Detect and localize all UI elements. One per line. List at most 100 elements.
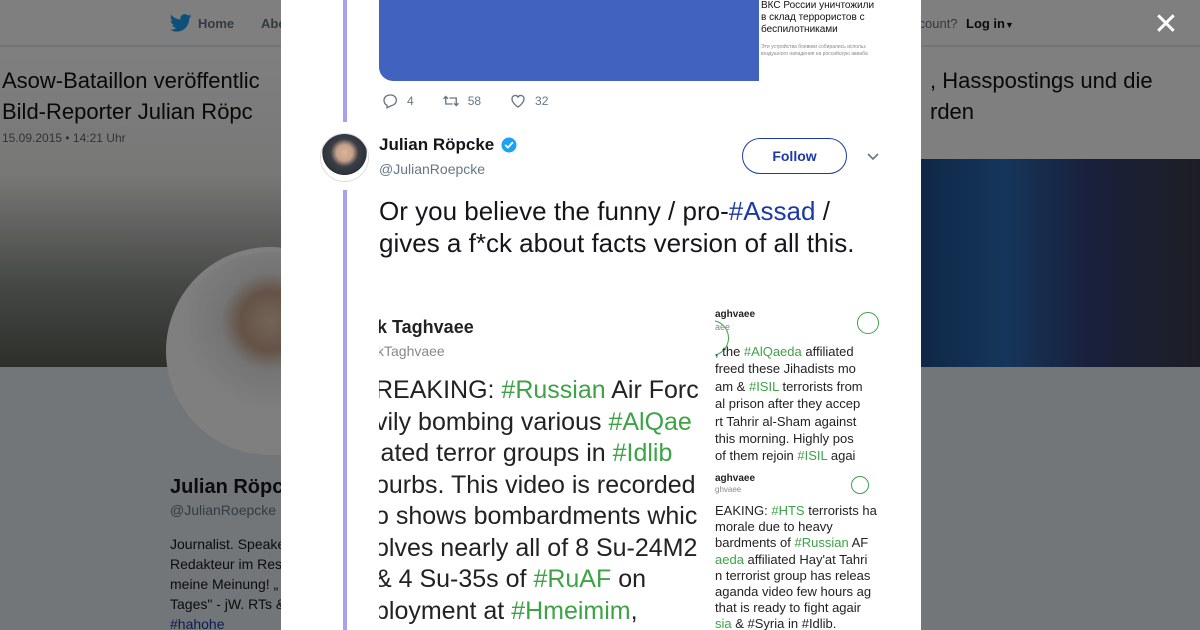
reply-icon (383, 94, 398, 109)
screenshot-text-line: of them rejoin #ISIL agai (715, 447, 863, 464)
tweet-text: Or you believe the funny / pro-#Assad / … (379, 195, 879, 259)
previous-tweet-video[interactable] (379, 0, 759, 81)
screenshot-text-line: olves nearly all of 8 Su-24M2 (379, 533, 699, 565)
retweet-button[interactable]: 58 (442, 92, 481, 110)
screen: Home Abo ccount? Log in▼ Asow-Bataillon … (0, 0, 1200, 630)
screenshot-tweet-text: EAKING: #HTS terrorists ha morale due to … (715, 503, 877, 630)
author-avatar[interactable] (320, 133, 369, 182)
screenshot-text-segment: REAKING: (379, 376, 502, 404)
screenshot-text-segment: & 4 Su-35s of (379, 565, 534, 593)
screenshot-text-line: vily bombing various #AlQae (379, 407, 699, 439)
reply-count: 4 (407, 94, 414, 108)
previous-tweet-actions: 4 58 32 (381, 92, 576, 110)
screenshot-text-segment: vily bombing various (379, 407, 609, 436)
screenshot-hashtag: #AlQae (608, 407, 692, 436)
thread-connector (343, 0, 347, 122)
screenshot-text-line: , the #AlQaeda affiliated (715, 343, 863, 360)
screenshot-tweet-text: REAKING: #Russian Air Forc vily bombing v… (379, 375, 699, 630)
screenshot-text-segment: ourbs. This video is recorded (379, 470, 696, 499)
screenshot-text-segment: of them rejoin (715, 448, 798, 464)
screenshot-text-segment: , (630, 596, 638, 625)
screenshot-text-line: aeda affiliated Hay'at Tahri (715, 552, 877, 568)
screenshot-text-line: morale due to heavy (715, 519, 877, 535)
screenshot-text-line: o shows bombardments whic (379, 501, 699, 533)
screenshot-text-line: al prison after they accep (715, 395, 863, 412)
like-count: 32 (535, 94, 549, 108)
news-card-subtitle: Эти устройства боевики собирались исполь… (761, 44, 868, 57)
screenshot-text-line: ourbs. This video is recorded (379, 470, 699, 502)
follow-circle-shape (851, 476, 869, 494)
thread-connector (343, 190, 347, 630)
screenshot-text-line: this morning. Highly pos (715, 430, 863, 447)
screenshot-text-segment: Air Forc (605, 376, 699, 404)
screenshot-text-line: bardments of #Russian AF (715, 535, 877, 551)
tweet-modal: ВКС России уничтожили в склад террористо… (281, 0, 921, 630)
chevron-down-icon[interactable] (865, 148, 881, 164)
author-name: Julian Röpcke (379, 135, 495, 154)
screenshot-hashtag: #Russian (501, 376, 606, 404)
tweet-attached-image[interactable]: k Taghvaee kTaghvaee REAKING: #Russian A… (379, 303, 881, 630)
screenshot-text-segment: rt Tahrir al-Sham against (715, 413, 857, 429)
screenshot-text-segment: morale due to heavy (715, 519, 833, 535)
screenshot-text-segment: affiliated Hay'at Tahri (743, 551, 868, 567)
tweet-text-part: Or you believe the funny / pro- (379, 196, 729, 226)
screenshot-text-segment: terrorists from (778, 378, 863, 394)
screenshot-author-handle: ghvaee (715, 485, 742, 494)
screenshot-text-line: rt Tahrir al-Sham against (715, 413, 863, 430)
news-card-title: ВКС России уничтожили в склад террористо… (761, 0, 875, 35)
screenshot-text-segment: al prison after they accep (715, 396, 861, 412)
follow-button[interactable]: Follow (742, 138, 847, 174)
screenshot-text-line: & 4 Su-35s of #RuAF on (379, 564, 699, 596)
like-button[interactable]: 32 (509, 92, 548, 110)
screenshot-author-name: aghvaee (715, 309, 756, 320)
retweet-icon (442, 95, 459, 107)
author-handle[interactable]: @JulianRoepcke (379, 161, 485, 177)
screenshot-hashtag: #ISIL (797, 448, 828, 464)
hashtag-link[interactable]: #Assad (729, 196, 816, 226)
screenshot-text-segment: AF (848, 535, 869, 551)
reply-button[interactable]: 4 (381, 92, 414, 110)
screenshot-text-segment: EAKING: (715, 503, 772, 518)
screenshot-text-segment: this morning. Highly pos (715, 431, 854, 447)
screenshot-text-segment: o shows bombardments whic (379, 502, 698, 530)
screenshot-text-segment: bardments of (715, 535, 795, 551)
screenshot-text-segment: iated terror groups in (379, 439, 613, 467)
screenshot-text-segment: affiliated (801, 344, 854, 359)
screenshot-text-segment: terrorists ha (804, 503, 877, 518)
screenshot-text-line: am & #ISIL terrorists from (715, 378, 863, 395)
screenshot-text-line: iated terror groups in #Idlib (379, 438, 699, 470)
screenshot-text-line: EAKING: #HTS terrorists ha (715, 503, 877, 519)
screenshot-left-panel: k Taghvaee kTaghvaee REAKING: #Russian A… (379, 303, 715, 630)
screenshot-text-line: that is ready to fight agair (715, 600, 877, 616)
screenshot-author-name: aghvaee (715, 473, 756, 484)
screenshot-text-line: REAKING: #Russian Air Forc (379, 375, 699, 407)
author-name-link[interactable]: Julian Röpcke (379, 135, 518, 155)
screenshot-author-name: k Taghvaee (379, 317, 474, 337)
screenshot-hashtag: #HTS (771, 503, 805, 518)
previous-tweet-news-card: ВКС России уничтожили в склад террористо… (759, 0, 881, 81)
screenshot-hashtag: aeda (715, 551, 744, 567)
screenshot-text-line: n terrorist group has releas (715, 568, 877, 584)
previous-tweet-media[interactable]: ВКС России уничтожили в склад террористо… (379, 0, 881, 81)
screenshot-text-segment: ployment at (379, 596, 512, 625)
heart-icon (511, 94, 525, 108)
close-icon[interactable]: ✕ (1153, 10, 1179, 40)
screenshot-text-segment: freed these Jihadists mo (715, 361, 856, 377)
screenshot-text-line: aganda video few hours ag (715, 584, 877, 600)
retweet-count: 58 (467, 94, 482, 108)
screenshot-hashtag: #ISIL (748, 378, 779, 394)
screenshot-author-handle: aee (715, 322, 731, 332)
screenshot-hashtag: #Hmeimim (511, 596, 631, 625)
screenshot-text-segment: olves nearly all of 8 Su-24M2 (379, 533, 698, 562)
screenshot-author-handle: kTaghvaee (379, 343, 445, 359)
screenshot-text-segment: , the (715, 344, 744, 359)
screenshot-text-segment: agai (827, 448, 856, 464)
screenshot-tweet-text: , the #AlQaeda affiliated freed these Ji… (715, 343, 863, 465)
screenshot-hashtag: #Idlib (612, 439, 673, 467)
screenshot-text-line: freed these Jihadists mo (715, 360, 863, 377)
screenshot-text-segment: am & (715, 378, 749, 394)
screenshot-text-segment: aganda video few hours ag (715, 584, 872, 600)
screenshot-hashtag: sia (715, 616, 732, 630)
screenshot-text-segment: & #Syria in #Idlib. (731, 616, 837, 630)
screenshot-hashtag: #Russian (794, 535, 849, 551)
